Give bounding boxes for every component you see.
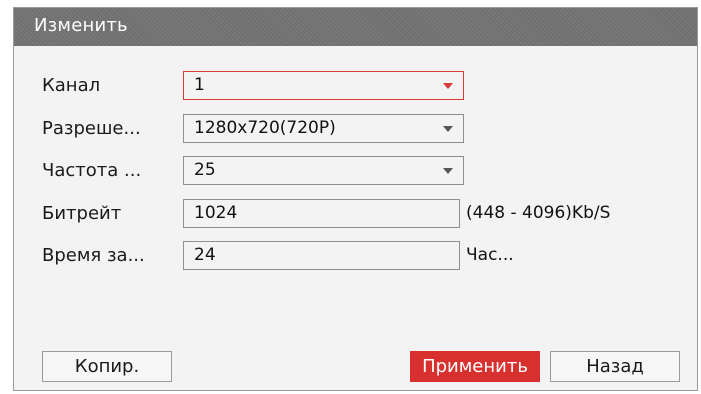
back-button[interactable]: Назад <box>550 351 680 382</box>
apply-button[interactable]: Применить <box>410 351 540 382</box>
resolution-label: Разреше... <box>42 118 141 139</box>
channel-value: 1 <box>194 75 205 95</box>
dialog-titlebar: Изменить <box>14 8 697 46</box>
frame-rate-select[interactable]: 25 <box>183 156 464 185</box>
dialog-title: Изменить <box>34 15 128 36</box>
chevron-down-icon <box>443 126 453 132</box>
screen: Изменить Канал 1 Разреше... 1280x720(720… <box>0 0 701 394</box>
time-unit: Час... <box>466 245 514 265</box>
chevron-down-icon <box>443 83 453 89</box>
channel-label: Канал <box>42 75 101 96</box>
resolution-value: 1280x720(720P) <box>194 118 336 138</box>
bitrate-range: (448 - 4096)Kb/S <box>466 203 611 223</box>
resolution-select[interactable]: 1280x720(720P) <box>183 114 464 143</box>
bitrate-value: 1024 <box>194 203 238 223</box>
frame-rate-label: Частота ... <box>42 160 142 181</box>
time-label: Время за... <box>42 245 145 266</box>
time-value: 24 <box>194 245 216 265</box>
frame-rate-value: 25 <box>194 160 216 180</box>
channel-select[interactable]: 1 <box>183 71 464 100</box>
chevron-down-icon <box>443 168 453 174</box>
edit-dialog: Изменить Канал 1 Разреше... 1280x720(720… <box>13 7 698 391</box>
bitrate-input[interactable]: 1024 <box>183 199 460 228</box>
copy-button[interactable]: Копир. <box>42 351 172 382</box>
bitrate-label: Битрейт <box>42 203 122 224</box>
time-input[interactable]: 24 <box>183 241 460 270</box>
